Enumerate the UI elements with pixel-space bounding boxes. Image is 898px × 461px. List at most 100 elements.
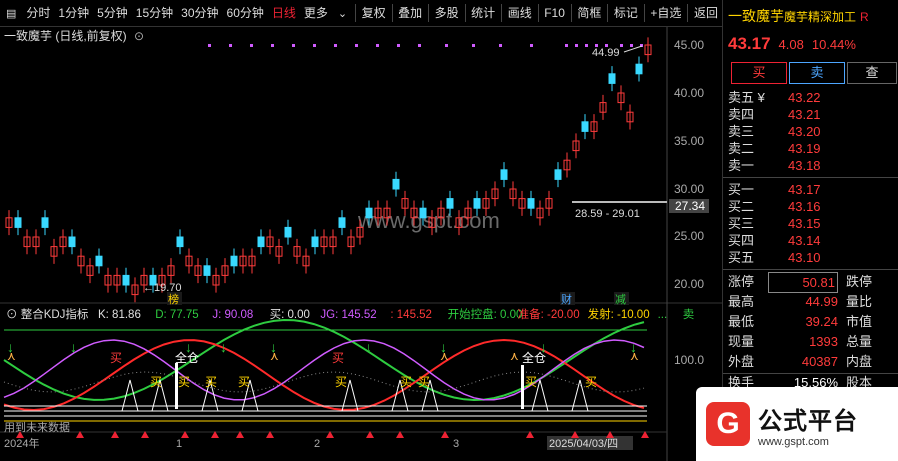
buy-label: 买 [110, 351, 122, 365]
overlay-button[interactable]: 叠加 [394, 0, 426, 26]
ask-row[interactable]: 卖一 43.18 [728, 157, 896, 174]
candle-body [581, 121, 589, 132]
candle-body [14, 217, 22, 228]
stat-label-right: 量比 [846, 294, 873, 309]
stat-row: 现量 1393 总量 [728, 332, 896, 351]
tab-5min[interactable]: 5分钟 [93, 0, 132, 26]
stat-row: 涨停 50.81 跌停 [728, 272, 896, 293]
sell-button[interactable]: 卖 [789, 62, 845, 84]
stat-value: 44.99 [805, 294, 838, 309]
signal-dot [376, 44, 379, 47]
indicator-value: 开始控盘: 0.00 [448, 307, 523, 321]
chevron-down-icon[interactable]: ⊙ [134, 29, 144, 43]
candle-body [500, 169, 508, 180]
fuquan-button[interactable]: 复权 [358, 0, 390, 26]
buy-label: 买 [150, 375, 162, 389]
signal-dot [640, 44, 643, 47]
signal-dot [565, 44, 568, 47]
ask-row[interactable]: 卖四 43.21 [728, 106, 896, 123]
tab-more[interactable]: 更多 [300, 0, 332, 26]
tab-60min[interactable]: 60分钟 [223, 0, 268, 26]
mark-button[interactable]: 标记 [610, 0, 642, 26]
ask-row[interactable]: 卖二 43.19 [728, 140, 896, 157]
tab-30min[interactable]: 30分钟 [177, 0, 222, 26]
candle-body [140, 274, 148, 286]
time-label: 1 [176, 438, 182, 450]
red-triangle-icon [111, 431, 119, 438]
bid-row[interactable]: 买一 43.17 [728, 181, 896, 198]
signal-dot [313, 44, 316, 47]
buy-label: 买 [332, 351, 344, 365]
back-button[interactable]: 返回 [690, 0, 722, 26]
f10-button[interactable]: F10 [540, 0, 569, 26]
red-triangle-icon [141, 431, 149, 438]
candle-body [158, 274, 166, 286]
candle-body [518, 198, 526, 209]
buy-star-icon: ⋏ [7, 349, 16, 363]
red-triangle-icon [76, 431, 84, 438]
toolbar-divider [391, 4, 393, 22]
bid-row[interactable]: 买四 43.14 [728, 232, 896, 249]
down-arrow-icon: ↓ [630, 339, 637, 355]
multi-stock-button[interactable]: 多股 [431, 0, 463, 26]
last-price: 43.17 [728, 34, 771, 53]
ask-row[interactable]: 卖三 43.20 [728, 123, 896, 140]
add-watchlist-button[interactable]: +自选 [646, 0, 685, 26]
future-data-note: 用到未来数据 [4, 420, 70, 434]
bid-price: 43.17 [788, 182, 821, 197]
tab-1min[interactable]: 1分钟 [54, 0, 93, 26]
chart-title-text: 一致魔芋 (日线,前复权) [4, 29, 127, 43]
stats-divider [723, 269, 898, 270]
menu-icon[interactable]: ▤ [0, 7, 22, 20]
signal-dot [271, 44, 274, 47]
price-chart[interactable]: www.gspt.com 45.00 40.00 35.00 30.00 25.… [0, 0, 722, 461]
red-triangle-icon [181, 431, 189, 438]
simple-frame-button[interactable]: 简框 [573, 0, 605, 26]
bid-row[interactable]: 买三 43.15 [728, 215, 896, 232]
tab-fenshi[interactable]: 分时 [22, 0, 54, 26]
tab-daily[interactable]: 日线 [268, 0, 300, 26]
signal-dot [445, 44, 448, 47]
buy-spike [201, 379, 219, 412]
draw-line-button[interactable]: 画线 [504, 0, 536, 26]
bid-row[interactable]: 买二 43.16 [728, 198, 896, 215]
bid-row[interactable]: 买五 43.10 [728, 249, 896, 266]
indicator-value: 买: 0.00 [270, 308, 310, 321]
buy-star-icon: ⋏ [630, 349, 639, 363]
buy-star-icon: ⋏ [510, 349, 519, 363]
buy-spike [151, 379, 169, 412]
ask-label: 卖五 ¥ [728, 90, 765, 105]
toolbar-divider [643, 4, 645, 22]
buy-button[interactable]: 买 [731, 62, 787, 84]
tab-15min[interactable]: 15分钟 [132, 0, 177, 26]
ask-row[interactable]: 卖五 ¥ 43.22 [728, 89, 896, 106]
signal-dot [208, 44, 211, 47]
toolbar-divider [501, 4, 502, 22]
candle-body [626, 111, 634, 123]
ask-label: 卖一 [728, 158, 755, 173]
candle-body [275, 246, 283, 257]
bid-label: 买二 [728, 199, 755, 214]
stats-button[interactable]: 统计 [467, 0, 499, 26]
candle-body [356, 226, 364, 238]
indicator-y-tick: 100.0 [674, 353, 704, 367]
kdj-dotted-line [3, 371, 645, 393]
indicator-value: ... [658, 309, 668, 321]
signal-arrows: ↓ ↓ ↓ ↓ ↓ ↓ ↓ ↓ ↓⋏ ⋏ ⋏ ⋏ ⋏ [7, 339, 639, 363]
red-triangle-icon [641, 431, 649, 438]
signal-dot [499, 44, 502, 47]
signal-dot [355, 44, 358, 47]
candle-body [23, 236, 31, 248]
signal-dot [620, 44, 623, 47]
buy-label: 买 [525, 375, 537, 389]
chevron-down-icon[interactable]: ⌄ [332, 7, 353, 20]
query-button[interactable]: 查 [847, 62, 897, 84]
ask-price: 43.21 [788, 107, 821, 122]
signal-dot [595, 44, 598, 47]
down-arrow-icon: ↓ [440, 339, 447, 355]
range-label: 28.59 - 29.01 [575, 208, 640, 220]
candle-body [401, 198, 409, 209]
red-triangle-icon [16, 431, 24, 438]
stat-label-right: 市值 [846, 314, 873, 329]
full-position-label: 全仓 [522, 350, 546, 365]
